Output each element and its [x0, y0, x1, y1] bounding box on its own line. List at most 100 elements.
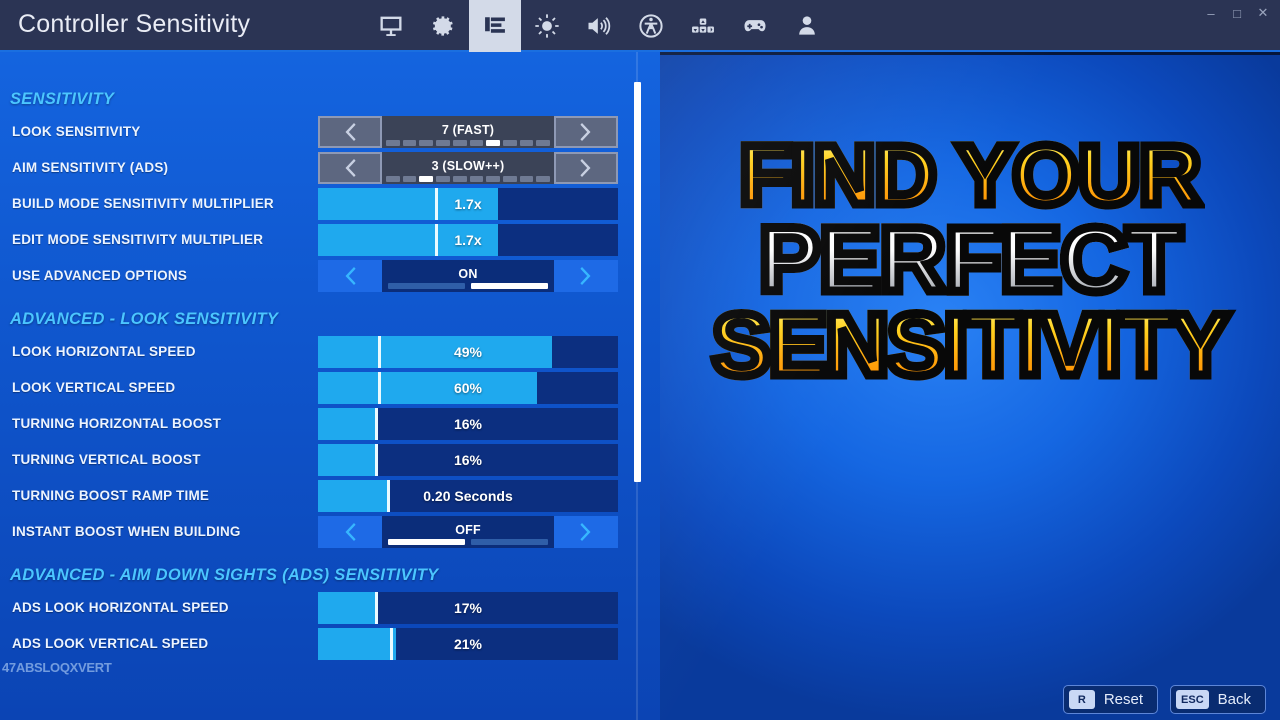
section-header: ADVANCED - LOOK SENSITIVITY: [10, 310, 279, 328]
settings-row: ADS LOOK VERTICAL SPEED 21%: [0, 628, 630, 660]
settings-row-control: 21%: [318, 628, 618, 660]
settings-row: BUILD MODE SENSITIVITY MULTIPLIER 1.7x: [0, 188, 630, 220]
nav-tab-audio[interactable]: [573, 0, 625, 52]
settings-row-control: 16%: [318, 444, 618, 476]
settings-row: ADS LOOK HORIZONTAL SPEED 17%: [0, 592, 630, 624]
settings-body: FIND YOUR PERFECT SENSITIVITY SENSITIVIT…: [0, 52, 1280, 720]
settings-row-label: TURNING BOOST RAMP TIME: [12, 488, 210, 503]
stepper-value-area[interactable]: ON: [382, 260, 554, 292]
slider-value: 1.7x: [454, 232, 482, 248]
settings-row-label: USE ADVANCED OPTIONS: [12, 268, 188, 283]
stepper-value: OFF: [455, 522, 481, 537]
slider-control[interactable]: 17%: [318, 592, 618, 624]
nav-tab-sensitivity[interactable]: [469, 0, 521, 52]
settings-row-control: 7 (FAST): [318, 116, 618, 148]
list-lines-icon: [481, 12, 509, 40]
nav-tab-game[interactable]: [417, 0, 469, 52]
chevron-right-icon[interactable]: [554, 516, 618, 548]
settings-gear-icon: [429, 12, 457, 40]
maximize-button[interactable]: □: [1224, 0, 1250, 26]
nav-tab-display[interactable]: [365, 0, 417, 52]
chevron-right-icon[interactable]: [554, 152, 618, 184]
window-title: Controller Sensitivity: [18, 10, 251, 38]
slider-control[interactable]: 21%: [318, 628, 618, 660]
slider-control[interactable]: 1.7x: [318, 188, 618, 220]
brightness-icon: [533, 12, 561, 40]
settings-row-label: AIM SENSITIVITY (ADS): [12, 160, 169, 175]
display-icon: [377, 12, 405, 40]
chevron-right-icon[interactable]: [554, 116, 618, 148]
slider-control[interactable]: 0.20 Seconds: [318, 480, 618, 512]
settings-row: TURNING VERTICAL BOOST 16%: [0, 444, 630, 476]
minimize-button[interactable]: –: [1198, 0, 1224, 26]
slider-value: 17%: [453, 600, 483, 616]
stepper-value-area[interactable]: 7 (FAST): [382, 116, 554, 148]
back-button-label: Back: [1217, 691, 1251, 708]
settings-row-control: 16%: [318, 408, 618, 440]
stepper-control: ON: [318, 260, 618, 292]
chevron-left-icon[interactable]: [318, 116, 382, 148]
fortnite-settings-window: Controller Sensitivity – □ ✕ FIND YOUR P…: [0, 0, 1280, 720]
thumbnail-panel: FIND YOUR PERFECT SENSITIVITY: [660, 52, 1280, 720]
settings-row-label: LOOK SENSITIVITY: [12, 124, 141, 139]
reset-button[interactable]: R Reset: [1062, 685, 1159, 714]
settings-row-control: ON: [318, 260, 618, 292]
stepper-value: 7 (FAST): [441, 122, 495, 137]
slider-value: 16%: [453, 452, 483, 468]
stepper-value: 3 (SLOW++): [431, 158, 505, 173]
settings-row-label: LOOK HORIZONTAL SPEED: [12, 344, 196, 359]
headline-line-2: PERFECT: [754, 209, 1186, 312]
nav-tab-brightness[interactable]: [521, 0, 573, 52]
gamepad-icon: [741, 12, 769, 40]
window-controls: – □ ✕: [1198, 0, 1276, 26]
settings-row-label: ADS LOOK VERTICAL SPEED: [12, 636, 209, 651]
title-bar: Controller Sensitivity – □ ✕: [0, 0, 1280, 52]
settings-row: TURNING HORIZONTAL BOOST 16%: [0, 408, 630, 440]
settings-nav-tabs: [365, 0, 833, 52]
overlay-artifact-text: 47ABSLOQXVERT: [2, 660, 112, 675]
settings-row-label: ADS LOOK HORIZONTAL SPEED: [12, 600, 229, 615]
slider-control[interactable]: 16%: [318, 444, 618, 476]
slider-control[interactable]: 49%: [318, 336, 618, 368]
close-button[interactable]: ✕: [1250, 0, 1276, 26]
keybinds-icon: [689, 12, 717, 40]
stepper-value-area[interactable]: 3 (SLOW++): [382, 152, 554, 184]
settings-row-control: 1.7x: [318, 224, 618, 256]
scrollbar-thumb[interactable]: [634, 82, 641, 482]
settings-row: EDIT MODE SENSITIVITY MULTIPLIER 1.7x: [0, 224, 630, 256]
settings-list: SENSITIVITY LOOK SENSITIVITY 7 (FAST) AIM S…: [0, 52, 645, 720]
toggle-indicator: [388, 283, 548, 289]
settings-row: TURNING BOOST RAMP TIME 0.20 Seconds: [0, 480, 630, 512]
settings-row-control: 1.7x: [318, 188, 618, 220]
settings-row-control: 3 (SLOW++): [318, 152, 618, 184]
nav-tab-input[interactable]: [677, 0, 729, 52]
settings-row-control: OFF: [318, 516, 618, 548]
stepper-tick-marks: [386, 140, 551, 146]
settings-row-label: TURNING HORIZONTAL BOOST: [12, 416, 222, 431]
chevron-left-icon[interactable]: [318, 516, 382, 548]
back-key-badge: ESC: [1176, 690, 1209, 709]
slider-control[interactable]: 16%: [318, 408, 618, 440]
settings-row: USE ADVANCED OPTIONS ON: [0, 260, 630, 292]
nav-tab-controller[interactable]: [729, 0, 781, 52]
back-button[interactable]: ESC Back: [1170, 685, 1266, 714]
settings-row: AIM SENSITIVITY (ADS) 3 (SLOW++): [0, 152, 630, 184]
settings-row: LOOK VERTICAL SPEED 60%: [0, 372, 630, 404]
stepper-value-area[interactable]: OFF: [382, 516, 554, 548]
chevron-right-icon[interactable]: [554, 260, 618, 292]
settings-row-label: BUILD MODE SENSITIVITY MULTIPLIER: [12, 196, 274, 211]
reset-key-badge: R: [1068, 690, 1095, 709]
slider-value: 60%: [453, 380, 483, 396]
settings-row: LOOK HORIZONTAL SPEED 49%: [0, 336, 630, 368]
nav-tab-account[interactable]: [781, 0, 833, 52]
settings-row-label: TURNING VERTICAL BOOST: [12, 452, 201, 467]
slider-control[interactable]: 60%: [318, 372, 618, 404]
section-header: SENSITIVITY: [10, 90, 115, 108]
slider-value: 0.20 Seconds: [423, 488, 513, 504]
slider-control[interactable]: 1.7x: [318, 224, 618, 256]
footer-bar: R Reset ESC Back: [0, 678, 1280, 720]
chevron-left-icon[interactable]: [318, 260, 382, 292]
account-icon: [793, 12, 821, 40]
chevron-left-icon[interactable]: [318, 152, 382, 184]
nav-tab-accessibility[interactable]: [625, 0, 677, 52]
